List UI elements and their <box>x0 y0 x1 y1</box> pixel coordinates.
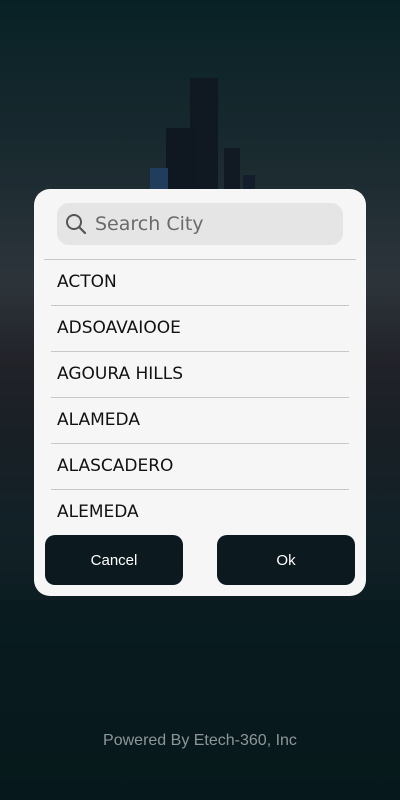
city-list-item[interactable]: ACTON <box>51 260 349 306</box>
city-picker-dialog: ACTON ADSOAVAIOOE AGOURA HILLS ALAMEDA A… <box>34 189 366 596</box>
powered-by-footer: Powered By Etech-360, Inc <box>103 732 297 749</box>
city-list-item[interactable]: ALASCADERO <box>51 444 349 490</box>
cancel-button[interactable]: Cancel <box>45 535 183 585</box>
city-list-item[interactable]: ADSOAVAIOOE <box>51 306 349 352</box>
city-list-item[interactable]: ALEMEDA <box>51 490 349 530</box>
city-list-item[interactable]: AGOURA HILLS <box>51 352 349 398</box>
search-bar[interactable] <box>57 203 343 245</box>
search-city-input[interactable] <box>93 212 337 236</box>
app-screen: ACTON ADSOAVAIOOE AGOURA HILLS ALAMEDA A… <box>0 0 400 800</box>
search-icon <box>65 213 87 235</box>
city-list: ACTON ADSOAVAIOOE AGOURA HILLS ALAMEDA A… <box>51 260 349 530</box>
ok-button[interactable]: Ok <box>217 535 355 585</box>
city-list-item[interactable]: ALAMEDA <box>51 398 349 444</box>
